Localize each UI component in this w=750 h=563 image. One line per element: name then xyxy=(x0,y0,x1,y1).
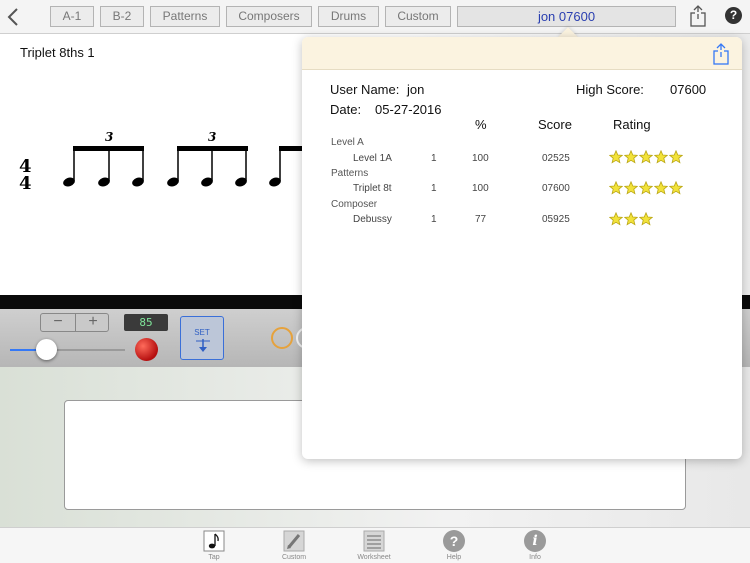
high-score-value: 07600 xyxy=(670,82,707,97)
user-score-button[interactable]: jon 07600 xyxy=(457,6,676,27)
star-icon xyxy=(609,150,623,164)
note xyxy=(235,149,247,187)
note xyxy=(269,149,281,187)
star-icon xyxy=(624,181,638,195)
score: 07600 xyxy=(542,183,570,194)
set-button[interactable]: SET xyxy=(180,316,224,360)
set-label: SET xyxy=(194,328,210,337)
star-icon xyxy=(639,212,653,226)
tab-composers[interactable]: Composers xyxy=(226,6,312,27)
tab-help[interactable]: ? Help xyxy=(434,530,474,561)
star-icon xyxy=(624,212,638,226)
score: 05925 xyxy=(542,214,570,225)
list-icon xyxy=(363,530,385,552)
star-icon xyxy=(669,150,683,164)
tab-worksheet[interactable]: Worksheet xyxy=(354,530,394,561)
tab-info[interactable]: i Info xyxy=(515,530,555,561)
tab-custom-bottom[interactable]: Custom xyxy=(274,530,314,561)
star-icon xyxy=(639,150,653,164)
tempo-stepper[interactable]: − + xyxy=(40,313,109,332)
time-signature-bottom: 4 xyxy=(19,173,32,194)
tab-label: Info xyxy=(529,554,541,561)
exercise-title: Triplet 8ths 1 xyxy=(20,45,95,60)
note xyxy=(98,149,110,187)
percent: 100 xyxy=(472,183,489,194)
note-icon xyxy=(203,530,225,552)
star-icon xyxy=(609,212,623,226)
tab-label: Help xyxy=(446,554,462,561)
star-icon xyxy=(669,181,683,195)
star-icon xyxy=(639,181,653,195)
category-heading: Composer xyxy=(331,199,378,210)
date-label: Date: xyxy=(330,102,362,117)
star-icon xyxy=(609,181,623,195)
tab-label: Worksheet xyxy=(357,554,391,561)
attempts: 1 xyxy=(431,153,437,164)
star-rating xyxy=(609,181,684,195)
star-icon xyxy=(654,181,668,195)
pencil-icon xyxy=(283,530,305,552)
note xyxy=(63,149,75,187)
top-toolbar: A-1 B-2 Patterns Composers Drums Custom … xyxy=(0,0,750,34)
help-icon: ? xyxy=(443,530,465,552)
column-header-percent: % xyxy=(475,117,487,132)
exercise-name: Level 1A xyxy=(353,153,392,164)
category-heading: Patterns xyxy=(331,168,369,179)
user-name-label: User Name: xyxy=(330,82,400,97)
arrow-down-icon xyxy=(196,339,210,352)
score-history-popover: User Name: jon High Score: 07600 Date: 0… xyxy=(302,37,742,459)
star-icon xyxy=(654,150,668,164)
date-value: 05-27-2016 xyxy=(375,102,442,117)
star-icon xyxy=(624,150,638,164)
exercise-name: Triplet 8t xyxy=(353,183,392,194)
category-heading: Level A xyxy=(331,137,364,148)
popover-header xyxy=(302,37,742,70)
percent: 100 xyxy=(472,153,489,164)
tempo-increase-button[interactable]: + xyxy=(76,314,110,331)
column-header-rating: Rating xyxy=(613,117,651,132)
score: 02525 xyxy=(542,153,570,164)
tab-patterns[interactable]: Patterns xyxy=(150,6,220,27)
note xyxy=(201,149,213,187)
note xyxy=(132,149,144,187)
help-icon[interactable]: ? xyxy=(725,7,742,24)
exercise-name: Debussy xyxy=(353,214,392,225)
column-header-score: Score xyxy=(538,117,572,132)
rhythm-notation: 4 4 3 3 xyxy=(19,130,309,194)
tab-drums[interactable]: Drums xyxy=(318,6,379,27)
tuplet-label: 3 xyxy=(105,130,113,144)
info-icon: i xyxy=(524,530,546,552)
share-icon[interactable] xyxy=(711,43,731,65)
share-icon[interactable] xyxy=(688,5,708,27)
percent: 77 xyxy=(475,214,487,225)
attempts: 1 xyxy=(431,183,437,194)
back-chevron-icon[interactable] xyxy=(6,6,24,28)
tab-label: Custom xyxy=(281,554,307,561)
star-rating xyxy=(609,150,684,164)
note xyxy=(167,149,179,187)
tab-label: Tap xyxy=(208,554,220,561)
high-score-label: High Score: xyxy=(576,82,644,97)
star-rating xyxy=(609,212,654,226)
bottom-tab-bar: Tap Custom Worksheet ? Help i Info xyxy=(0,527,750,563)
metronome-indicator xyxy=(271,327,293,349)
attempts: 1 xyxy=(431,214,437,225)
tab-custom[interactable]: Custom xyxy=(385,6,451,27)
tab-a1[interactable]: A-1 xyxy=(50,6,94,27)
record-button[interactable] xyxy=(135,338,158,361)
tempo-display: 85 xyxy=(124,314,168,331)
tab-b2[interactable]: B-2 xyxy=(100,6,144,27)
volume-slider-knob[interactable] xyxy=(36,339,57,360)
tuplet-label: 3 xyxy=(208,130,216,144)
user-name-value: jon xyxy=(407,82,425,97)
tab-tap[interactable]: Tap xyxy=(194,530,234,561)
tempo-decrease-button[interactable]: − xyxy=(41,314,75,331)
